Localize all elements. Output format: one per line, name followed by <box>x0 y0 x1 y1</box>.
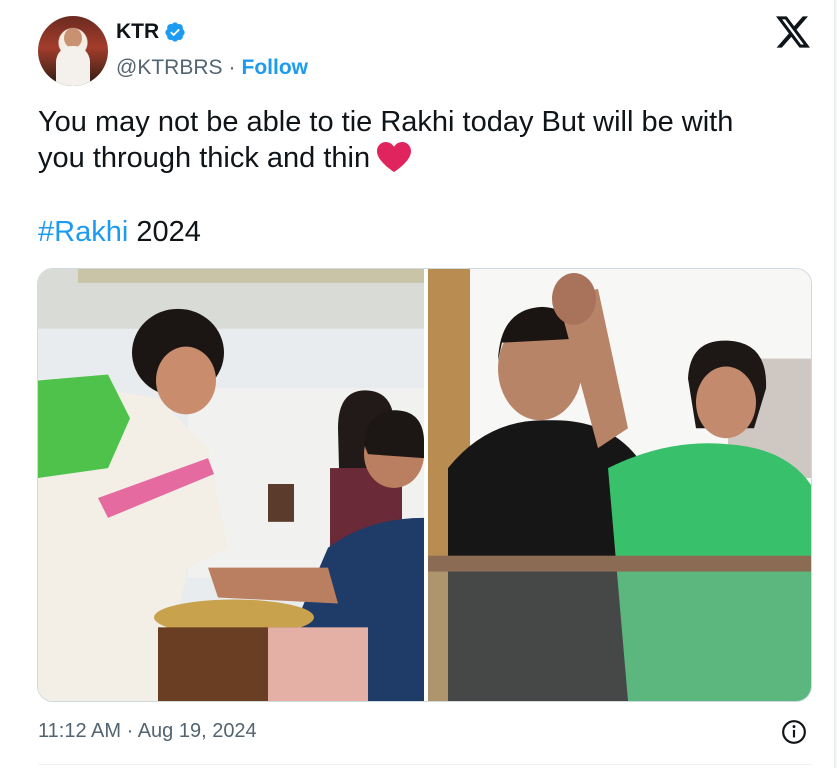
tweet-text: You may not be able to tie Rakhi today B… <box>38 104 798 176</box>
tweet-card: KTR @KTRBRS · Follow You may not be able… <box>0 0 835 768</box>
photo-cushion <box>268 627 368 701</box>
avatar[interactable] <box>38 16 108 86</box>
handle-separator: · <box>228 56 236 79</box>
photo-balcony[interactable] <box>428 269 812 701</box>
photo-frame <box>268 484 294 522</box>
photo-fist <box>552 272 596 325</box>
follow-button[interactable]: Follow <box>242 56 309 80</box>
hashtag-suffix: 2024 <box>128 216 201 248</box>
tweet-text-line-2-text: you through thick and thin <box>38 142 371 174</box>
avatar-body <box>56 46 90 86</box>
author-handle[interactable]: @KTRBRS <box>116 56 223 80</box>
media-grid <box>37 268 812 702</box>
avatar-head <box>64 28 82 48</box>
heart-icon <box>377 142 412 172</box>
author-handle-row: @KTRBRS · Follow <box>116 56 308 80</box>
tweet-text-line-1: You may not be able to tie Rakhi today B… <box>38 106 734 138</box>
tweet-text-line-2: you through thick and thin <box>38 140 798 176</box>
photo-rakhi-ceremony[interactable] <box>38 269 424 701</box>
verified-badge-icon <box>165 22 185 42</box>
author-name[interactable]: KTR <box>116 20 159 44</box>
hashtag-link[interactable]: #Rakhi <box>38 216 128 248</box>
photo-woman-face <box>156 346 216 415</box>
info-icon[interactable] <box>781 719 807 745</box>
photo-ceiling-trim <box>78 269 424 283</box>
photo-railing <box>428 555 811 572</box>
hashtag-line: #Rakhi 2024 <box>38 214 201 250</box>
x-logo-icon[interactable] <box>776 16 810 48</box>
photo-glass <box>428 571 811 701</box>
divider <box>38 764 812 765</box>
photo-woman-face-right <box>696 366 756 439</box>
tweet-timestamp[interactable]: 11:12 AM · Aug 19, 2024 <box>38 720 257 743</box>
author-name-row: KTR <box>116 20 186 44</box>
